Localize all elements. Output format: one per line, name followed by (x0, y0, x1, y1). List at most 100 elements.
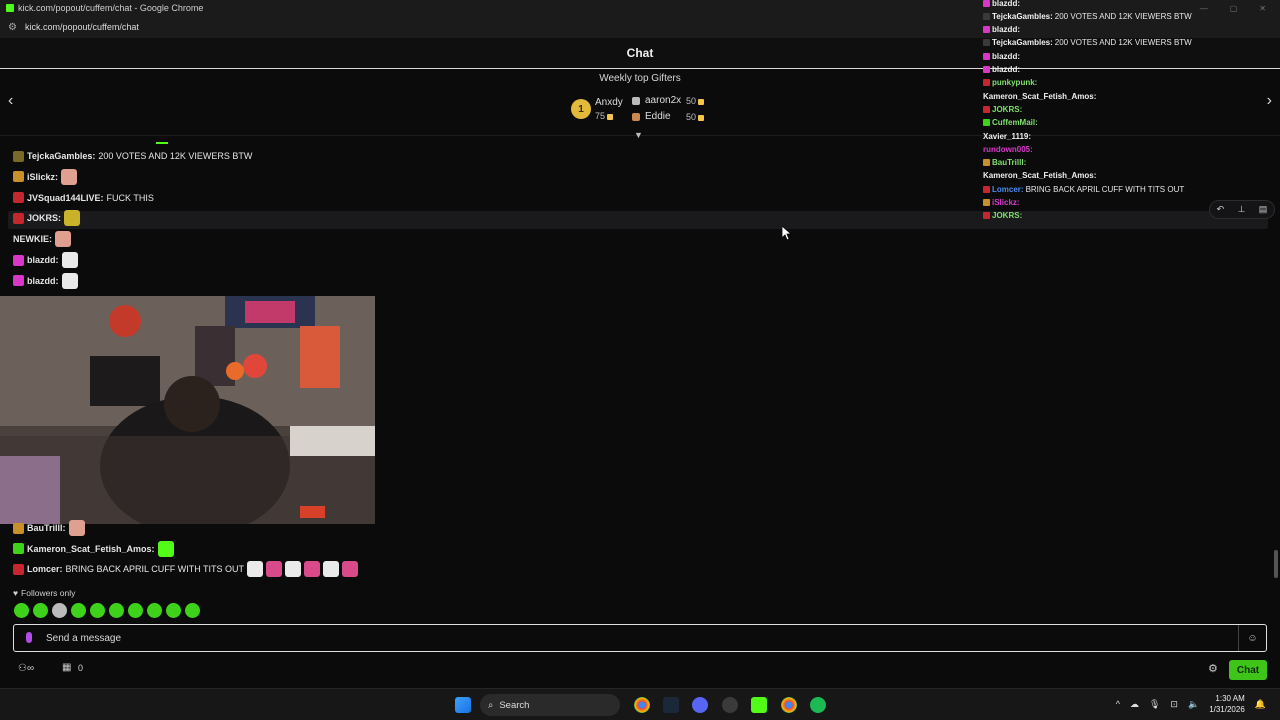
hand-emote (68, 520, 85, 536)
emote-icon[interactable] (109, 603, 124, 618)
emote-icon[interactable] (33, 603, 48, 618)
emote-quick-bar (14, 603, 200, 618)
user-badge-icon (13, 150, 24, 162)
chat-message[interactable]: NEWKIE: (13, 231, 71, 248)
chat-message[interactable]: blazdd: (13, 252, 78, 268)
volume-icon[interactable]: 🔈 (1188, 699, 1199, 710)
emote-icon[interactable] (52, 603, 67, 618)
kick-favicon-icon (6, 4, 14, 12)
user-badge-icon (983, 199, 990, 206)
chat-username[interactable]: JVSquad144LIVE: (27, 193, 104, 203)
emote-icon[interactable] (90, 603, 105, 618)
notification-bell-icon[interactable]: 🔔 (1255, 699, 1266, 710)
overlay-username: Lomcer: (992, 184, 1024, 194)
chat-message[interactable]: iSlickz: (13, 168, 78, 185)
third-gifter-name[interactable]: Eddie (645, 111, 671, 122)
chat-username[interactable]: blazdd: (27, 276, 59, 286)
pin-icon[interactable]: ⊥ (1238, 204, 1246, 215)
chat-username[interactable]: BauTrilll: (27, 523, 66, 533)
overlay-username: punkypunk: (992, 78, 1038, 88)
chat-username[interactable]: blazdd: (27, 255, 59, 265)
reply-icon[interactable]: ↶ (1217, 204, 1225, 215)
overlay-chat-message: blazdd: (983, 50, 1020, 62)
scrollbar-thumb[interactable] (1274, 550, 1278, 578)
spotify-icon[interactable] (810, 697, 826, 713)
user-badge-icon (13, 543, 24, 555)
next-arrow-icon[interactable]: › (1267, 92, 1272, 110)
chat-message[interactable]: Lomcer: BRING BACK APRIL CUFF WITH TITS O… (13, 561, 359, 578)
top-gifter-name[interactable]: Anxdy (595, 97, 623, 108)
network-icon[interactable]: ⊡ (1170, 699, 1178, 710)
maximize-icon[interactable]: ▢ (1230, 4, 1238, 13)
stream-video-thumbnail[interactable] (0, 296, 375, 524)
scrollbar[interactable] (1274, 145, 1278, 579)
skull-emote (61, 272, 78, 289)
chat-message[interactable]: blazdd: (13, 272, 78, 289)
steam-icon[interactable] (663, 697, 679, 713)
emote-icon[interactable] (71, 603, 86, 618)
windows-start-icon[interactable] (455, 697, 471, 713)
emote-icon[interactable] (14, 603, 29, 618)
overlay-chat-message: JOKRS: (983, 103, 1022, 115)
chat-message[interactable]: JVSquad144LIVE: FUCK THIS (13, 190, 154, 206)
chat-message[interactable]: JOKRS: (13, 210, 81, 227)
onedrive-icon[interactable]: ☁ (1130, 699, 1139, 710)
chat-username[interactable]: TejckaGambles: (27, 151, 95, 161)
send-chat-button[interactable]: Chat (1229, 660, 1267, 680)
chat-message[interactable]: TejckaGambles: 200 VOTES AND 12K VIEWERS … (13, 148, 252, 164)
delete-icon[interactable]: ▤ (1259, 204, 1268, 215)
emote-icon[interactable] (166, 603, 181, 618)
emote-icon[interactable] (128, 603, 143, 618)
overlay-chat-message: rundown005: (983, 143, 1033, 155)
weekly-gifters-panel: Weekly top Gifters ‹ › 1 Anxdy 75 aaron2… (0, 70, 1280, 140)
emote-icon[interactable] (185, 603, 200, 618)
taskbar-search[interactable]: ⌕ Search (480, 694, 620, 716)
gift-icon[interactable]: ▦ (62, 662, 71, 673)
user-badge-icon (983, 39, 990, 47)
highlighted-row (8, 211, 1268, 229)
obs-icon[interactable] (722, 697, 738, 713)
user-badge-icon (983, 0, 990, 7)
clock[interactable]: 1:30 AM 1/31/2026 (1209, 693, 1245, 715)
user-badge-icon (983, 119, 990, 127)
collapse-icon[interactable]: ▼ (634, 130, 643, 140)
overlay-chat-message: Kameron_Scat_Fetish_Amos: (983, 90, 1096, 102)
users-icon[interactable]: ⚇∞ (18, 663, 34, 674)
emoji-icon[interactable]: ☺ (1238, 625, 1266, 651)
gifters-title: Weekly top Gifters (599, 73, 681, 84)
divider (156, 142, 168, 144)
url-text[interactable]: kick.com/popout/cuffem/chat (25, 22, 139, 32)
close-icon[interactable]: ✕ (1259, 4, 1266, 13)
site-settings-icon[interactable]: ⚙ (8, 22, 17, 33)
chat-message[interactable]: Kameron_Scat_Fetish_Amos: (13, 540, 174, 557)
user-badge-icon (983, 159, 990, 167)
chevron-up-icon[interactable]: ^ (1116, 699, 1120, 709)
mic-icon[interactable] (26, 632, 32, 643)
chat-username[interactable]: NEWKIE: (13, 234, 52, 244)
kick-app-icon[interactable] (751, 697, 767, 713)
chat-message-text: 200 VOTES AND 12K VIEWERS BTW (98, 151, 253, 161)
chat-message[interactable]: BauTrilll: (13, 520, 85, 536)
chat-username[interactable]: Kameron_Scat_Fetish_Amos: (27, 544, 155, 554)
chat-username[interactable]: JOKRS: (27, 213, 61, 223)
overlay-message-text: 200 VOTES AND 12K VIEWERS BTW (1054, 38, 1192, 48)
chat-username[interactable]: Lomcer: (27, 564, 63, 574)
overlay-chat-message: Lomcer: BRING BACK APRIL CUFF WITH TITS O… (983, 183, 1184, 195)
chrome-icon[interactable] (634, 697, 650, 713)
user-badge-icon (983, 26, 990, 34)
chat-username[interactable]: iSlickz: (27, 172, 58, 182)
prev-arrow-icon[interactable]: ‹ (8, 92, 13, 110)
settings-gear-icon[interactable]: ⚙ (1208, 662, 1218, 675)
discord-icon[interactable] (692, 697, 708, 713)
second-gifter-name[interactable]: aaron2x (645, 95, 681, 106)
multi-emote (266, 561, 283, 578)
message-input-box[interactable]: ☺ (13, 624, 1267, 652)
message-input[interactable] (46, 629, 1226, 647)
user-badge-icon (983, 79, 990, 87)
emote-icon[interactable] (147, 603, 162, 618)
chat-message-text: FUCK THIS (106, 192, 154, 203)
minimize-icon[interactable]: — (1200, 4, 1208, 13)
chrome-active-icon[interactable] (781, 697, 797, 713)
microphone-icon[interactable]: 🎙 (1149, 699, 1160, 710)
kick-emote (157, 540, 174, 557)
